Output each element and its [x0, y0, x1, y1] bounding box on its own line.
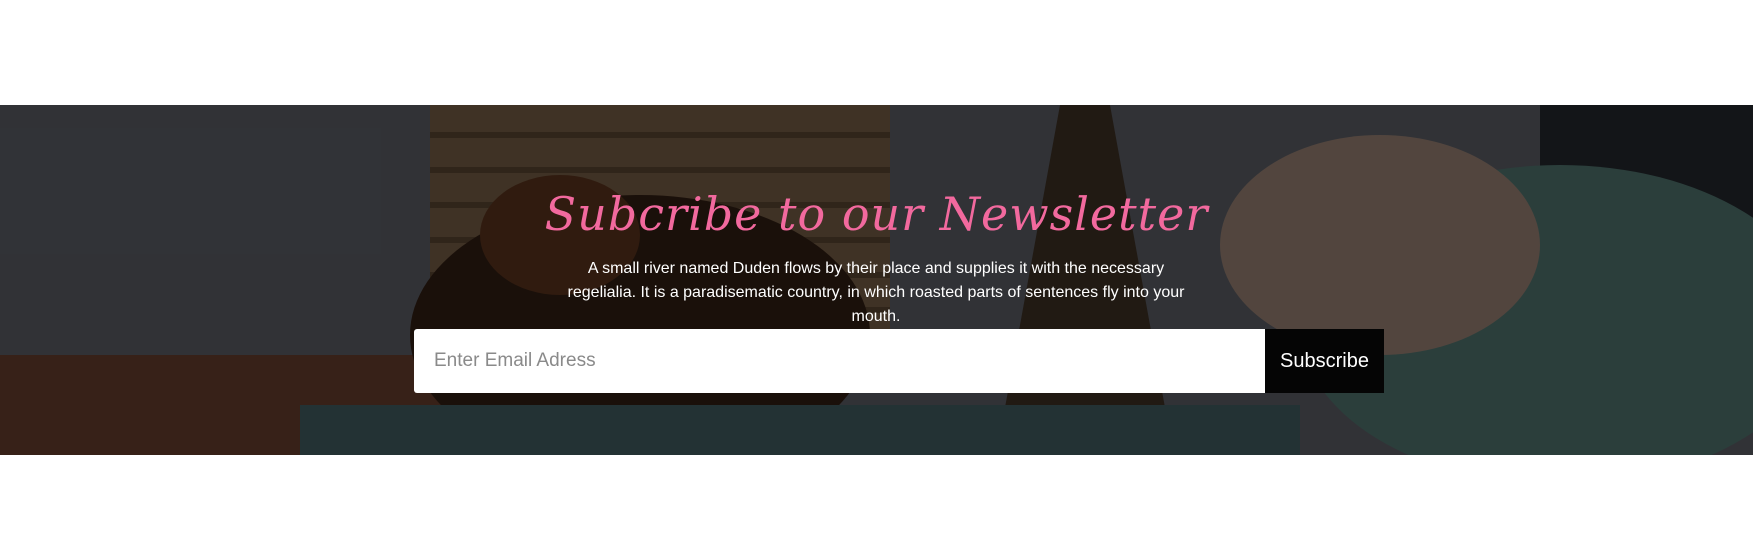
newsletter-section: Subcribe to our Newsletter A small river… [0, 105, 1753, 455]
email-input[interactable] [414, 329, 1265, 393]
subscribe-button[interactable]: Subscribe [1265, 329, 1384, 393]
subscribe-form: Subscribe [414, 329, 1384, 393]
newsletter-title: Subcribe to our Newsletter [544, 187, 1209, 241]
newsletter-description: A small river named Duden flows by their… [567, 260, 1185, 325]
newsletter-content: Subcribe to our Newsletter A small river… [0, 105, 1753, 455]
